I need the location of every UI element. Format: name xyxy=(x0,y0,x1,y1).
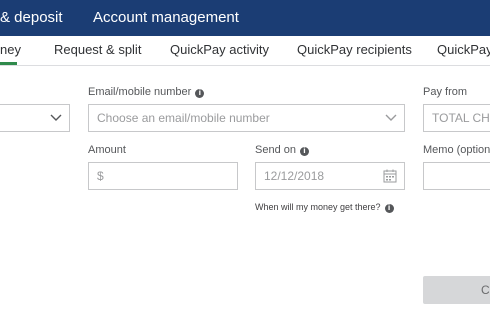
pay-from-label: Pay from xyxy=(423,86,468,98)
chevron-down-icon xyxy=(385,114,397,121)
send-on-label-text: Send on xyxy=(255,144,296,156)
cancel-button-label: C xyxy=(481,283,490,297)
info-icon[interactable]: i xyxy=(195,89,205,98)
email-mobile-label: Email/mobile number i xyxy=(88,85,205,99)
memo-label: Memo (optiona xyxy=(423,144,490,156)
tab-quickpay-recipients[interactable]: QuickPay recipients xyxy=(297,36,412,66)
email-mobile-label-text: Email/mobile number xyxy=(88,86,192,98)
amount-input[interactable]: $ xyxy=(88,162,238,190)
tab-quickpay-more[interactable]: QuickPay xyxy=(437,36,490,66)
delivery-time-link[interactable]: When will my money get there? xyxy=(255,202,381,212)
sub-tab-bar: ney Request & split QuickPay activity Qu… xyxy=(0,36,490,66)
amount-label: Amount xyxy=(88,144,126,156)
pay-from-select[interactable]: TOTAL CHE xyxy=(423,104,490,132)
info-icon[interactable]: i xyxy=(384,204,394,213)
email-mobile-select[interactable]: Choose an email/mobile number xyxy=(88,104,405,132)
info-icon[interactable]: i xyxy=(299,147,309,156)
send-on-date-input[interactable]: 12/12/2018 xyxy=(255,162,405,190)
email-mobile-placeholder: Choose an email/mobile number xyxy=(97,111,270,125)
recipient-account-select[interactable] xyxy=(0,104,70,132)
amount-placeholder: $ xyxy=(97,169,104,183)
cancel-button[interactable]: C xyxy=(423,276,490,304)
send-on-date-value: 12/12/2018 xyxy=(264,169,325,183)
memo-input[interactable] xyxy=(423,162,490,190)
top-nav-item-account-management[interactable]: Account management xyxy=(93,0,239,36)
delivery-time-hint: When will my money get there? i xyxy=(255,201,394,213)
calendar-icon[interactable] xyxy=(383,169,397,183)
tab-request-split[interactable]: Request & split xyxy=(54,36,141,66)
chevron-down-icon xyxy=(50,114,62,121)
send-on-label: Send on i xyxy=(255,143,309,157)
top-nav-bar: & deposit Account management xyxy=(0,0,490,36)
active-tab-indicator xyxy=(0,62,17,65)
pay-from-value: TOTAL CHE xyxy=(432,111,490,125)
tab-quickpay-activity[interactable]: QuickPay activity xyxy=(170,36,269,66)
top-nav-item-transfer-deposit[interactable]: & deposit xyxy=(0,0,63,36)
